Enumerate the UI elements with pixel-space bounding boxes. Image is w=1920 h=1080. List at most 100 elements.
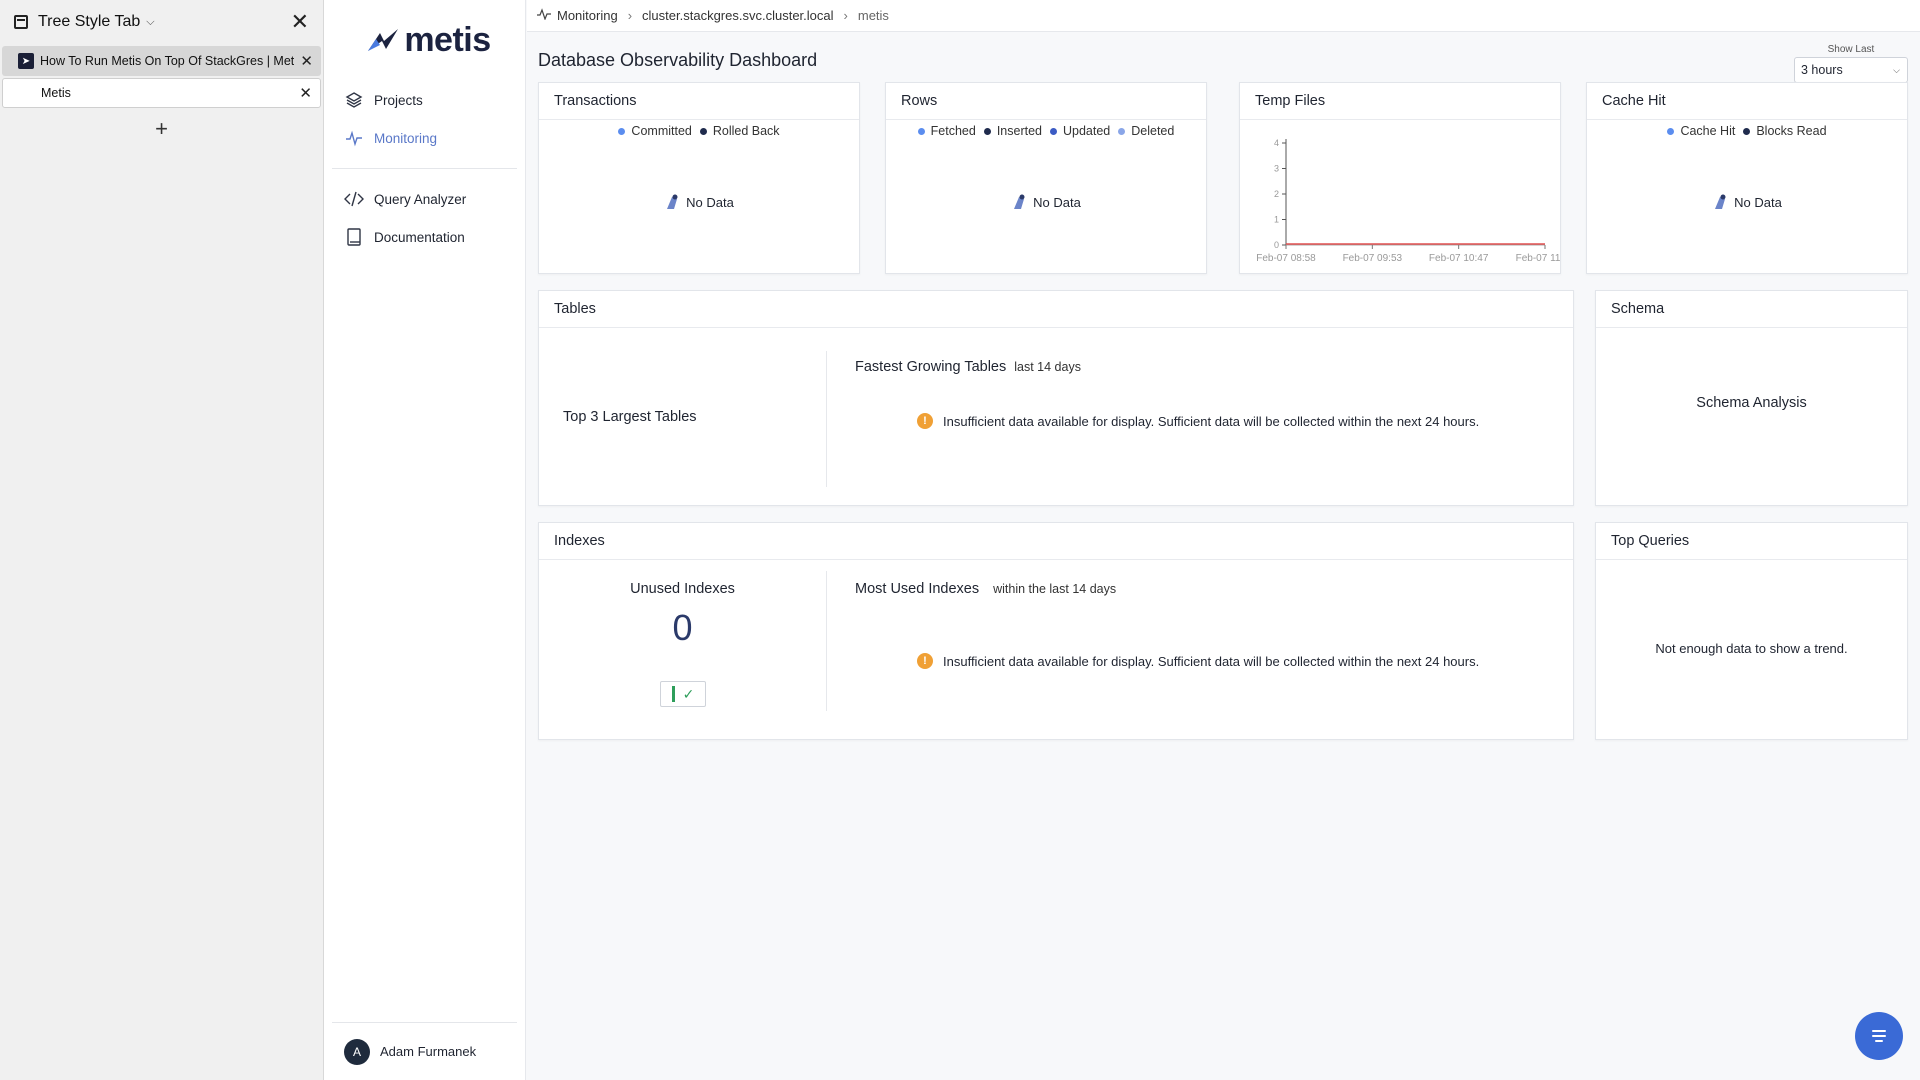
schema-analysis-link[interactable]: Schema Analysis	[1596, 395, 1907, 411]
nav-label: Projects	[374, 92, 423, 108]
close-panel-icon[interactable]: ✕	[291, 9, 309, 35]
nav-label: Monitoring	[374, 130, 438, 146]
nav-monitoring[interactable]: Monitoring	[332, 120, 517, 156]
legend-item[interactable]: Deleted	[1118, 124, 1174, 138]
legend-dot	[699, 127, 707, 135]
legend-label: Rolled Back	[712, 124, 780, 138]
unused-indexes-count: 0	[672, 607, 693, 648]
temp-files-chart: 0 1 2 3 4 Feb-07 08:58 Feb-07 09:53 Feb-07 10:4…	[1256, 138, 1560, 264]
legend-label: Fetched	[930, 124, 976, 138]
legend-dot	[1118, 127, 1126, 135]
page-title: Database Observability Dashboard	[538, 50, 818, 70]
breadcrumb-cluster[interactable]: cluster.stackgres.svc.cluster.local	[642, 8, 833, 23]
user-profile[interactable]: A Adam Furmanek	[332, 1022, 517, 1080]
legend-item[interactable]: Blocks Read	[1743, 124, 1827, 138]
cache-hit-legend: Cache Hit Blocks Read	[1587, 124, 1907, 138]
schema-card: Schema Schema Analysis	[1595, 290, 1908, 506]
no-data-icon	[1715, 194, 1726, 209]
breadcrumb: Monitoring › cluster.stackgres.svc.clust…	[527, 0, 1920, 32]
activity-icon	[344, 128, 364, 148]
card-title: Indexes	[539, 523, 1573, 560]
y-tick-label: 4	[1274, 138, 1279, 148]
tst-tab-article[interactable]: ➤ How To Run Metis On Top Of StackGres |…	[2, 46, 321, 76]
warning-text: Insufficient data available for display.…	[943, 653, 1480, 669]
nav-documentation[interactable]: Documentation	[332, 219, 517, 255]
no-data-icon	[1014, 194, 1025, 209]
tables-card: Tables Top 3 Largest Tables Fastest Grow…	[538, 290, 1574, 506]
nav-divider	[332, 168, 517, 169]
tst-title[interactable]: Tree Style Tab	[38, 13, 140, 31]
legend-dot	[618, 127, 626, 135]
legend-item[interactable]: Inserted	[983, 124, 1042, 138]
user-name: Adam Furmanek	[380, 1044, 477, 1059]
nav-label: Documentation	[374, 229, 465, 245]
warning-icon: !	[917, 413, 933, 429]
card-title: Temp Files	[1240, 83, 1560, 120]
fastest-growing-title: Fastest Growing Tables	[855, 359, 1007, 375]
no-data-icon	[667, 194, 678, 209]
avatar: A	[344, 1038, 370, 1065]
transactions-legend: Committed Rolled Back	[539, 124, 859, 138]
show-last-select[interactable]: 3 hours ⌵	[1794, 57, 1908, 83]
tst-tab-label: Metis	[41, 86, 71, 100]
brand-wordmark: metis	[404, 20, 491, 59]
show-last-control: Show Last 3 hours ⌵	[1794, 44, 1908, 83]
legend-dot	[917, 127, 925, 135]
temp-files-card: Temp Files 0 1 2 3 4 Feb-07 08:58 Feb-07 09:53…	[1239, 82, 1561, 274]
top-queries-card: Top Queries Not enough data to show a tr…	[1595, 522, 1908, 740]
show-last-label: Show Last	[1827, 44, 1875, 55]
top-queries-empty: Not enough data to show a trend.	[1655, 641, 1848, 656]
tst-tab-label: How To Run Metis On Top Of StackGres | M…	[40, 54, 295, 68]
y-tick-label: 2	[1274, 189, 1279, 199]
title-row: Database Observability Dashboard Show La…	[538, 44, 1910, 83]
x-tick-label: Feb-07 11:54	[1516, 253, 1560, 264]
check-icon: ✓	[682, 685, 695, 702]
tables-warning: ! Insufficient data available for displa…	[917, 413, 1479, 429]
legend-item[interactable]: Fetched	[917, 124, 976, 138]
legend-label: Committed	[631, 124, 692, 138]
unused-indexes-status[interactable]: ✓	[660, 681, 706, 707]
close-tab-icon[interactable]: ✕	[300, 52, 313, 70]
brand-logo[interactable]: metis	[324, 0, 525, 80]
tst-header: Tree Style Tab ⌵ ✕	[0, 0, 323, 44]
rows-card: Rows Fetched Inserted Updated Deleted No…	[885, 82, 1207, 274]
y-tick-label: 1	[1274, 215, 1279, 225]
legend-dot	[1667, 127, 1675, 135]
nav-projects[interactable]: Projects	[332, 82, 517, 118]
chevron-down-icon: ⌵	[1893, 64, 1900, 75]
legend-dot	[1743, 127, 1751, 135]
section-divider	[826, 571, 827, 711]
tree-style-tab-panel: Tree Style Tab ⌵ ✕ ➤ How To Run Metis On…	[0, 0, 324, 1080]
chat-icon	[1872, 1030, 1886, 1042]
breadcrumb-monitoring[interactable]: Monitoring	[557, 8, 618, 23]
chevron-down-icon[interactable]: ⌵	[146, 16, 154, 29]
close-tab-icon[interactable]: ✕	[299, 84, 312, 102]
unused-indexes-label: Unused Indexes	[630, 581, 735, 597]
new-tab-button[interactable]: +	[0, 116, 323, 142]
indexes-warning: ! Insufficient data available for displa…	[917, 653, 1479, 669]
legend-item[interactable]: Cache Hit	[1667, 124, 1735, 138]
chat-launcher-button[interactable]	[1855, 1012, 1903, 1060]
legend-label: Deleted	[1131, 124, 1175, 138]
legend-item[interactable]: Updated	[1049, 124, 1111, 138]
nav-query-analyzer[interactable]: Query Analyzer	[332, 181, 517, 217]
x-tick-label: Feb-07 09:53	[1343, 253, 1403, 264]
most-used-title: Most Used Indexes	[855, 581, 980, 597]
card-title: Cache Hit	[1587, 83, 1907, 120]
no-data: No Data	[539, 193, 859, 211]
section-divider	[826, 351, 827, 487]
metis-favicon-icon: ➤	[18, 53, 34, 69]
legend-label: Inserted	[996, 124, 1042, 138]
tst-tab-metis[interactable]: Metis ✕	[2, 78, 321, 108]
breadcrumb-database: metis	[857, 8, 889, 23]
page-favicon-icon	[19, 85, 35, 101]
legend-label: Updated	[1062, 124, 1111, 138]
legend-item[interactable]: Rolled Back	[699, 124, 780, 138]
fastest-growing-period: last 14 days	[1014, 360, 1081, 374]
book-icon	[344, 227, 364, 247]
no-data: No Data	[886, 193, 1206, 211]
x-tick-label: Feb-07 08:58	[1256, 253, 1316, 264]
legend-label: Cache Hit	[1680, 124, 1736, 138]
legend-label: Blocks Read	[1756, 124, 1827, 138]
legend-item[interactable]: Committed	[618, 124, 692, 138]
